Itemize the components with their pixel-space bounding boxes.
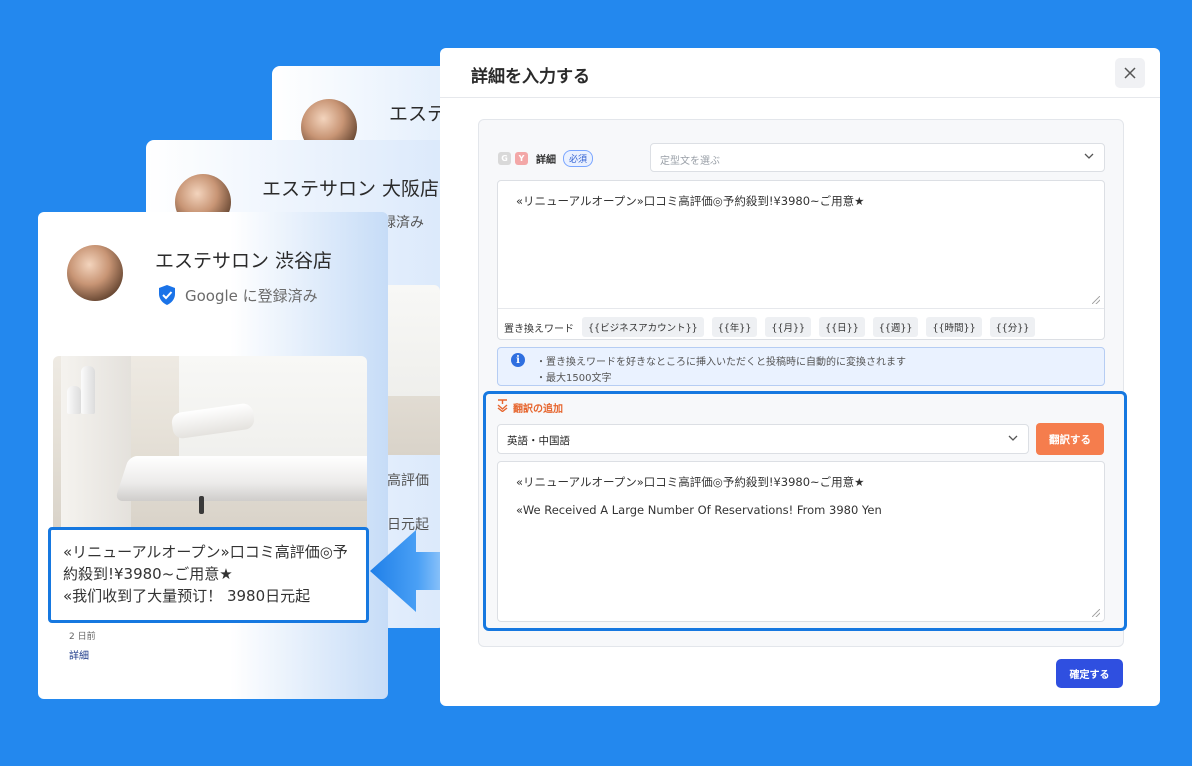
post-text-fragment: 高評価 bbox=[387, 473, 429, 489]
y-badge-icon: Y bbox=[515, 152, 528, 165]
detail-text: «リニューアルオープン»口コミ高評価◎予約殺到!¥3980~ご用意★ bbox=[516, 194, 865, 208]
info-notice: i ・置き換えワードを好きなところに挿入いただくと投稿時に自動的に変換されます … bbox=[497, 347, 1105, 386]
template-select[interactable]: 定型文を選ぶ bbox=[650, 143, 1105, 172]
language-value: 英語・中国語 bbox=[507, 435, 570, 447]
replace-chip[interactable]: {{ビジネスアカウント}} bbox=[582, 317, 704, 337]
post-text-highlight: «リニューアルオープン»口コミ高評価◎予 約殺到!¥3980~ご用意★ «我们收… bbox=[48, 527, 369, 623]
post-line: 約殺到!¥3980~ご用意★ bbox=[63, 565, 233, 583]
modal-title: 詳細を入力する bbox=[471, 67, 590, 87]
verified-status: Google に登録済み bbox=[157, 284, 318, 306]
language-select[interactable]: 英語・中国語 bbox=[497, 424, 1029, 454]
detail-modal: 詳細を入力する G Y 詳細 必須 定型文を選ぶ «リニューアルオープン»口コミ… bbox=[440, 48, 1160, 706]
detail-label-row: G Y 詳細 必須 bbox=[498, 150, 594, 167]
resize-handle[interactable] bbox=[1092, 296, 1100, 304]
close-button[interactable] bbox=[1115, 58, 1145, 88]
translation-line: «We Received A Large Number Of Reservati… bbox=[516, 503, 882, 517]
resize-handle[interactable] bbox=[1092, 609, 1100, 617]
registered-status: 録済み bbox=[382, 215, 424, 231]
post-line: «我们收到了大量预订！ 3980日元起 bbox=[63, 587, 311, 605]
replace-chip[interactable]: {{日}} bbox=[819, 317, 865, 337]
translation-line: «リニューアルオープン»口コミ高評価◎予約殺到!¥3980~ご用意★ bbox=[516, 475, 865, 489]
post-line: «リニューアルオープン»口コミ高評価◎予 bbox=[63, 543, 348, 561]
modal-header: 詳細を入力する bbox=[440, 48, 1160, 98]
post-detail-link[interactable]: 詳細 bbox=[69, 647, 89, 662]
verified-shield-icon bbox=[157, 284, 177, 306]
replace-chip[interactable]: {{分}} bbox=[989, 317, 1036, 337]
info-icon: i bbox=[511, 353, 525, 367]
template-placeholder: 定型文を選ぶ bbox=[660, 156, 720, 167]
detail-textarea-box: «リニューアルオープン»口コミ高評価◎予約殺到!¥3980~ご用意★ 置き換えワ… bbox=[497, 180, 1105, 340]
registered-label: Google に登録済み bbox=[185, 286, 318, 305]
confirm-button[interactable]: 確定する bbox=[1056, 659, 1123, 688]
detail-label: 詳細 bbox=[536, 155, 556, 166]
info-line: ・最大1500文字 bbox=[536, 373, 612, 384]
replace-chip[interactable]: {{時間}} bbox=[926, 317, 982, 337]
replace-chip[interactable]: {{月}} bbox=[765, 317, 812, 337]
chevron-down-icon bbox=[1084, 152, 1094, 163]
business-card-front: エステサロン 渋谷店 Google に登録済み bbox=[38, 212, 388, 699]
replace-chip[interactable]: {{年}} bbox=[711, 317, 758, 337]
info-line: ・置き換えワードを好きなところに挿入いただくと投稿時に自動的に変換されます bbox=[536, 357, 906, 368]
post-photo bbox=[53, 356, 367, 528]
post-time: 2 日前 bbox=[69, 632, 96, 642]
detail-textarea[interactable]: «リニューアルオープン»口コミ高評価◎予約殺到!¥3980~ご用意★ bbox=[498, 181, 1104, 309]
g-badge-icon: G bbox=[498, 152, 511, 165]
replace-words-row: 置き換えワード {{ビジネスアカウント}} {{年}} {{月}} {{日}} … bbox=[504, 317, 1036, 337]
required-badge: 必須 bbox=[563, 150, 594, 167]
translation-textarea[interactable]: «リニューアルオープン»口コミ高評価◎予約殺到!¥3980~ご用意★ «We R… bbox=[497, 461, 1105, 622]
replace-chip[interactable]: {{週}} bbox=[872, 317, 919, 337]
translation-section-label: 翻訳の追加 bbox=[497, 399, 563, 415]
avatar bbox=[67, 245, 123, 301]
close-icon bbox=[1124, 64, 1136, 83]
shop-name: エステサロン 大阪店 bbox=[262, 178, 440, 200]
shop-name: エステサロン 渋谷店 bbox=[155, 250, 333, 272]
translate-icon bbox=[497, 399, 508, 415]
translation-label: 翻訳の追加 bbox=[513, 403, 563, 415]
replace-words-label: 置き換えワード bbox=[504, 323, 574, 335]
translate-button[interactable]: 翻訳する bbox=[1036, 423, 1104, 455]
chevron-down-icon bbox=[1008, 433, 1018, 445]
